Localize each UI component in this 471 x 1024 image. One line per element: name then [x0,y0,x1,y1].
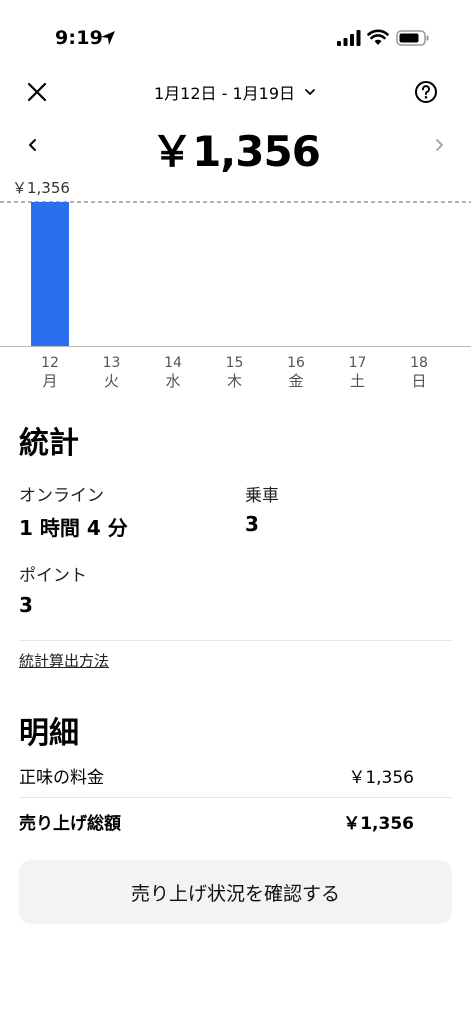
location-arrow-icon [101,31,115,45]
x-tick-day-17: 17 [349,355,367,371]
chevron-right-icon[interactable] [430,134,448,156]
x-tick-weekday-12: 月 [42,372,57,390]
cellular-signal-icon [337,30,361,46]
chevron-down-icon [305,89,315,95]
rides-value: 3 [245,512,259,536]
x-tick-day-16: 16 [287,355,305,371]
points-value: 3 [19,593,33,617]
date-range-selector: 1月12日 - 1月19日 [0,80,471,104]
x-tick-weekday-16: 金 [288,372,303,390]
gross-total-label: 売り上げ総額 [19,814,121,834]
x-tick-day-14: 14 [164,355,182,371]
details-title: 明細 [19,716,79,751]
x-tick-weekday-15: 木 [227,372,242,390]
rides-label: 乗車 [245,486,279,506]
online-value: 1 時間 4 分 [19,516,128,540]
x-tick-day-12: 12 [41,355,59,371]
points-label: ポイント [19,566,87,586]
chart-max-label: ￥1,356 [12,179,70,197]
x-tick-weekday-13: 火 [104,372,119,390]
gross-total-value: ￥1,356 [343,814,414,834]
battery-icon [396,30,429,46]
stats-title: 統計 [19,426,79,461]
net-fare-label: 正味の料金 [19,768,104,788]
stats-method-link[interactable]: 統計算出方法 [19,650,109,671]
view-earnings-button[interactable]: 売り上げ状況を確認する [19,860,452,924]
online-label: オンライン [19,486,104,506]
status-time: 9:19 [55,27,104,49]
x-tick-day-15: 15 [226,355,244,371]
chart-bar-12 [31,202,69,346]
date-range-button[interactable]: 1月12日 - 1月19日 [154,80,317,104]
x-tick-weekday-18: 日 [411,372,426,390]
status-bar: 9:19 [0,0,471,64]
date-range-label: 1月12日 - 1月19日 [153,84,296,103]
earnings-bar-chart: ￥1,356 12月 13火 14水 15木 16金 17土 18日 [0,179,471,390]
divider [19,640,452,641]
x-tick-weekday-17: 土 [350,372,365,390]
divider [19,797,452,798]
wifi-icon [367,29,389,45]
net-fare-value: ￥1,356 [348,768,414,788]
x-tick-day-18: 18 [410,355,428,371]
x-tick-weekday-14: 水 [165,372,180,390]
x-tick-day-13: 13 [103,355,121,371]
help-icon[interactable] [414,80,438,104]
